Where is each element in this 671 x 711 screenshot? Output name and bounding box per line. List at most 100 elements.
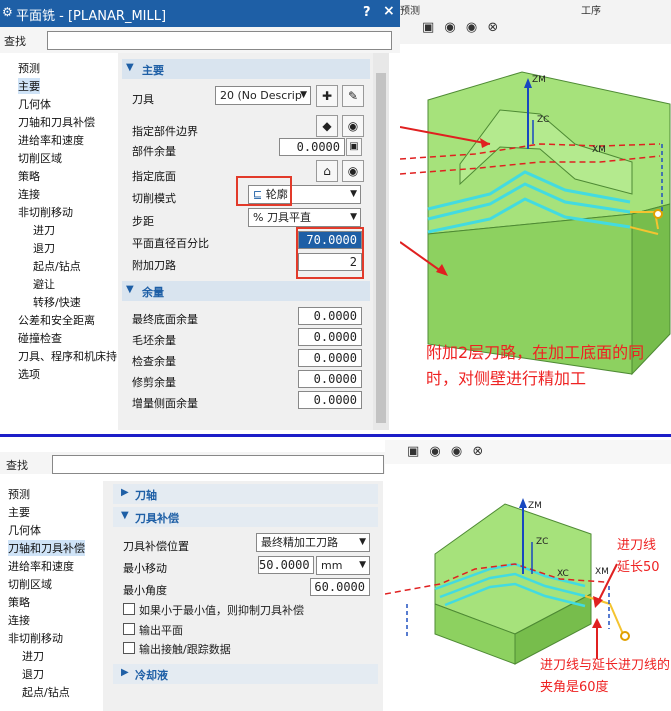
axis-label-zc: ZC (537, 115, 549, 125)
section-tool-axis[interactable]: ▶ 刀轴 (113, 484, 378, 504)
nav-item-main[interactable]: 主要 (8, 504, 30, 520)
toolbar-label-operation: 工序 (581, 6, 601, 17)
nav-item-predict[interactable]: 预测 (18, 60, 40, 76)
unit-value: mm (321, 559, 343, 572)
min-angle-label: 最小角度 (123, 584, 167, 597)
stock-row-input[interactable]: 0.0000 (298, 328, 362, 346)
nav-item-avoid[interactable]: 避让 (33, 276, 55, 292)
part-stock-label: 部件余量 (132, 145, 176, 158)
unit-select[interactable]: mm ▼ (316, 556, 370, 575)
close-button[interactable]: × (383, 3, 395, 19)
view-icons-2[interactable]: ▣ ◉ ◉ ⊗ (407, 444, 486, 459)
scrollbar-thumb[interactable] (376, 73, 386, 423)
highlight-passes (296, 227, 364, 279)
section-tool-axis-label: 刀轴 (135, 489, 157, 502)
nav-item-feeds[interactable]: 进给率和速度 (8, 558, 74, 574)
nav-item-geometry[interactable]: 几何体 (8, 522, 41, 538)
expand-icon-2: ▶ (121, 667, 129, 678)
annotation-lead-extend: 进刀线 延长50 (617, 538, 660, 575)
floor-select-icon[interactable]: ⌂ (316, 160, 338, 182)
scrollbar[interactable] (373, 53, 389, 430)
nav-item-engage[interactable]: 进刀 (22, 648, 44, 664)
min-angle-input[interactable]: 60.0000 (310, 578, 370, 596)
part-stock-input[interactable]: 0.0000 (279, 138, 345, 156)
output-contact-label: 输出接触/跟踪数据 (139, 643, 231, 656)
lock-icon[interactable]: ▣ (346, 138, 362, 156)
checkbox-box[interactable] (123, 623, 135, 635)
nav-item-connection[interactable]: 连接 (8, 612, 30, 628)
search-row-2: 查找 (0, 452, 385, 474)
section-stock[interactable]: ▼ 余量 (122, 281, 370, 301)
stock-row-input[interactable]: 0.0000 (298, 391, 362, 409)
dialog-titlebar: ⚙ 平面铣 - [PLANAR_MILL] ? × (0, 0, 400, 27)
output-plane-checkbox[interactable]: 输出平面 (123, 622, 183, 638)
display-eye-icon[interactable]: ◉ (342, 115, 364, 137)
nav-item-collision[interactable]: 碰撞检查 (18, 330, 62, 346)
nav-item-strategy[interactable]: 策略 (18, 168, 40, 184)
suppress-label: 如果小于最小值，则抑制刀具补偿 (139, 604, 304, 617)
stock-row-input[interactable]: 0.0000 (298, 349, 362, 367)
tool-label: 刀具 (132, 93, 154, 106)
stepover-select[interactable]: % 刀具平直 ▼ (248, 208, 361, 227)
nav-item-start-point[interactable]: 起点/钻点 (22, 684, 70, 700)
nav-item-tool-axis[interactable]: 刀轴和刀具补偿 (8, 540, 85, 556)
view-icons[interactable]: ▣ ◉ ◉ ⊗ (422, 20, 501, 35)
tool-new-icon[interactable]: ✚ (316, 85, 338, 107)
checkbox-box[interactable] (123, 603, 135, 615)
stock-row-label: 最终底面余量 (132, 313, 198, 326)
search-input[interactable] (47, 31, 392, 50)
nav-item-cut-region[interactable]: 切削区域 (8, 576, 52, 592)
collapse-icon-3: ▼ (121, 510, 129, 521)
stock-row-input[interactable]: 0.0000 (298, 307, 362, 325)
nav-item-feeds[interactable]: 进给率和速度 (18, 132, 84, 148)
nav-item-connection[interactable]: 连接 (18, 186, 40, 202)
stepover-label: 步距 (132, 215, 154, 228)
output-contact-checkbox[interactable]: 输出接触/跟踪数据 (123, 641, 231, 657)
tool-edit-icon[interactable]: ✎ (342, 85, 364, 107)
min-move-input[interactable]: 50.0000 (258, 556, 314, 574)
part-boundary-icon[interactable]: ◆ (316, 115, 338, 137)
stock-row-label: 检查余量 (132, 355, 176, 368)
section-tool-comp[interactable]: ▼ 刀具补偿 (113, 507, 378, 527)
nav-item-main[interactable]: 主要 (18, 78, 40, 94)
nav-item-tool-axis[interactable]: 刀轴和刀具补偿 (18, 114, 95, 130)
nav-item-geometry[interactable]: 几何体 (18, 96, 51, 112)
section-main[interactable]: ▼ 主要 (122, 59, 370, 79)
stock-row-input[interactable]: 0.0000 (298, 370, 362, 388)
nav-item-retract[interactable]: 退刀 (22, 666, 44, 682)
cut-pattern-label: 切削模式 (132, 192, 176, 205)
section-main-label: 主要 (142, 64, 164, 77)
nav-item-tool-program[interactable]: 刀具、程序和机床持 (18, 348, 117, 364)
checkbox-box[interactable] (123, 642, 135, 654)
output-plane-label: 输出平面 (139, 624, 183, 637)
axis-label-xc: XC (557, 569, 569, 579)
comp-pos-label: 刀具补偿位置 (123, 540, 189, 553)
nav-item-cut-region[interactable]: 切削区域 (18, 150, 62, 166)
search-row: 查找 (0, 27, 400, 53)
search-label-2: 查找 (6, 459, 28, 472)
search-label: 查找 (4, 35, 26, 48)
nav-item-options[interactable]: 选项 (18, 366, 40, 382)
nav-item-start-point[interactable]: 起点/钻点 (33, 258, 81, 274)
floor-label: 指定底面 (132, 170, 176, 183)
nav-item-engage[interactable]: 进刀 (33, 222, 55, 238)
nav-item-transfer[interactable]: 转移/快速 (33, 294, 81, 310)
tool-select[interactable]: 20 (No Descrip ▼ (215, 86, 311, 105)
nav-item-tolerance[interactable]: 公差和安全距离 (18, 312, 95, 328)
nav-item-retract[interactable]: 退刀 (33, 240, 55, 256)
comp-pos-select[interactable]: 最终精加工刀路 ▼ (256, 533, 370, 552)
toolbar-label-predict: 预测 (400, 6, 420, 17)
section-coolant[interactable]: ▶ 冷却液 (113, 664, 378, 684)
nav-item-strategy[interactable]: 策略 (8, 594, 30, 610)
help-button[interactable]: ? (363, 5, 371, 20)
search-input-2[interactable] (52, 455, 384, 474)
display-eye-icon-2[interactable]: ◉ (342, 160, 364, 182)
background-toolbar: 预测 工序 ▣ ◉ ◉ ⊗ (400, 0, 671, 45)
add-passes-label: 附加刀路 (132, 259, 176, 272)
suppress-checkbox[interactable]: 如果小于最小值，则抑制刀具补偿 (123, 602, 304, 618)
collapse-icon: ▼ (126, 62, 134, 73)
background-toolbar-2: ▣ ◉ ◉ ⊗ (385, 440, 671, 465)
nav-item-non-cutting[interactable]: 非切削移动 (8, 630, 63, 646)
nav-item-non-cutting[interactable]: 非切削移动 (18, 204, 73, 220)
nav-item-predict[interactable]: 预测 (8, 486, 30, 502)
